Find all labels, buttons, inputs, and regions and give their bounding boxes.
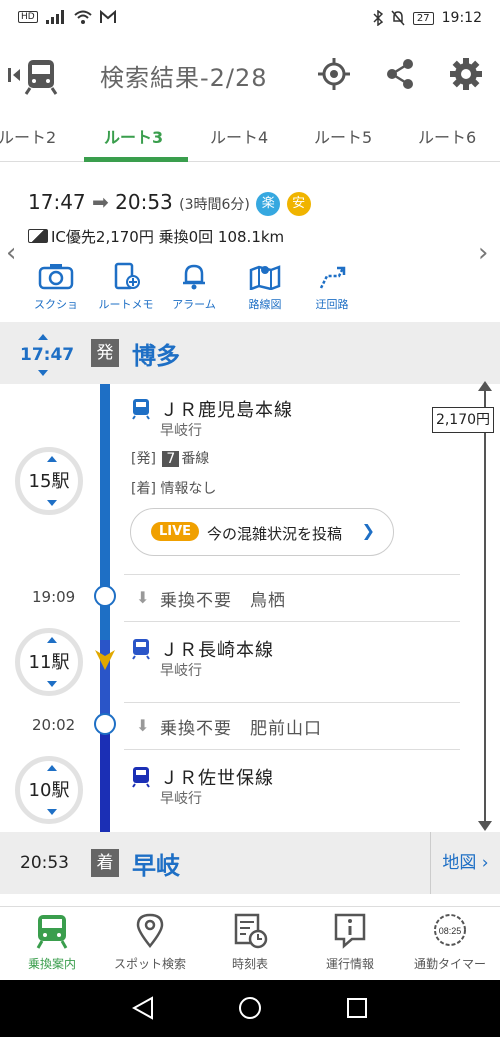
transfer-node-2 <box>94 713 116 735</box>
alarm-button[interactable]: アラーム <box>154 262 234 312</box>
origin-station-row[interactable] <box>0 322 500 384</box>
destination-station-name[interactable]: 早岐 <box>132 846 180 881</box>
depart-track-info: [発] 7 番線 <box>131 451 210 467</box>
live-text: 今の混雑状況を投稿 <box>207 525 343 543</box>
clock: 19:12 <box>441 10 482 26</box>
chevron-right-icon: ❯ <box>361 521 375 540</box>
arrive-track-info: [着] 情報なし <box>131 481 217 497</box>
system-nav-bar <box>0 980 500 1037</box>
bottom-nav: 乗換案内 スポット検索 時刻表 運行情報 08:25 通勤タイマー <box>0 906 500 980</box>
bluetooth-icon <box>373 10 383 26</box>
battery-indicator: 27 <box>412 11 434 25</box>
nav-transit[interactable]: 乗換案内 <box>2 911 102 972</box>
bell-icon <box>183 264 205 290</box>
live-badge: LIVE <box>151 522 200 541</box>
safe-badge: 安 <box>286 192 311 216</box>
recents-square-icon[interactable] <box>346 997 368 1019</box>
destination-3: 早岐行 <box>160 791 202 807</box>
location-target-icon[interactable] <box>316 56 352 92</box>
destination-time: 20:53 <box>20 853 69 873</box>
app-bar: 検索結果-2/28 <box>0 38 500 112</box>
fare-scale-top-arrow-icon <box>478 381 492 391</box>
train-icon <box>132 399 150 420</box>
wifi-icon <box>74 10 92 24</box>
active-tab-indicator <box>84 157 188 162</box>
route-memo-icon <box>114 262 140 290</box>
detour-button[interactable]: 迂回路 <box>292 262 372 312</box>
map-icon <box>249 265 281 291</box>
transfer-node-1 <box>94 585 116 607</box>
tab-route-3[interactable]: ルート3 <box>104 124 163 148</box>
tool-row: スクショ ルートメモ アラーム 路線図 迂回路 <box>0 262 500 318</box>
camera-icon <box>38 264 74 290</box>
train-icon <box>132 767 150 788</box>
ic-card-icon <box>28 229 48 243</box>
live-congestion-button[interactable]: LIVE 今の混雑状況を投稿 ❯ <box>130 508 394 556</box>
fare-summary: IC優先2,170円 乗換0回 108.1km <box>28 226 284 247</box>
stop-count-3[interactable]: 10駅 <box>15 756 83 824</box>
line-name-1[interactable]: ＪＲ鹿児島本線 <box>160 396 293 422</box>
stop-count-2[interactable]: 11駅 <box>15 628 83 696</box>
back-triangle-icon[interactable] <box>132 996 154 1020</box>
depart-tag: 発 <box>91 339 119 367</box>
tab-route-6[interactable]: ルート6 <box>418 124 476 148</box>
arrive-time: 20:53 <box>115 190 173 214</box>
down-arrow-icon: ⬇ <box>136 716 150 735</box>
nav-timetable[interactable]: 時刻表 <box>200 911 300 972</box>
nav-service-info[interactable]: 運行情報 <box>300 911 400 972</box>
easy-badge: 楽 <box>256 192 281 216</box>
route-tabs: ルート2 ルート3 ルート4 ルート5 ルート6 <box>0 112 500 162</box>
info-icon <box>334 913 366 949</box>
down-arrow-icon: ⬇ <box>136 588 150 607</box>
train-icon <box>132 639 150 660</box>
timetable-icon <box>234 913 268 949</box>
origin-time-adjust-icon[interactable] <box>36 332 50 378</box>
arrive-tag: 着 <box>91 849 119 877</box>
stop-count-1[interactable]: 15駅 <box>15 447 83 515</box>
nav-spot-search[interactable]: スポット検索 <box>100 911 200 972</box>
mute-bell-icon <box>391 10 405 26</box>
fare-scale-bottom-arrow-icon <box>478 821 492 831</box>
home-circle-icon[interactable] <box>238 996 262 1020</box>
fare-total: 2,170円 <box>432 407 494 433</box>
current-position-marker-icon <box>95 650 115 670</box>
line-name-3[interactable]: ＪＲ佐世保線 <box>160 764 274 790</box>
duration: (3時間6分) <box>179 197 250 213</box>
destination-1: 早岐行 <box>160 423 202 439</box>
hd-indicator: HD <box>18 11 38 23</box>
page-title: 検索結果-2/28 <box>100 64 268 92</box>
tab-route-5[interactable]: ルート5 <box>314 124 372 148</box>
transfer-row-2[interactable]: ⬇ 乗換不要 肥前山口 <box>124 702 460 750</box>
depart-time: 17:47 <box>28 190 86 214</box>
destination-station-row[interactable] <box>0 832 500 894</box>
transfer-row-1[interactable]: ⬇ 乗換不要 鳥栖 <box>124 574 460 622</box>
map-button[interactable]: 地図 › <box>430 832 500 894</box>
status-bar: HD 27 19:12 <box>0 0 500 38</box>
destination-2: 早岐行 <box>160 663 202 679</box>
train-icon <box>36 915 68 949</box>
nav-commute-timer[interactable]: 08:25 通勤タイマー <box>400 911 500 972</box>
timer-icon: 08:25 <box>434 914 466 946</box>
share-icon[interactable] <box>382 56 418 92</box>
svg-text:08:25: 08:25 <box>439 926 462 936</box>
route-summary: 17:47 ➡ 20:53 (3時間6分) 楽 安 IC優先2,170円 乗換0… <box>0 170 500 322</box>
detour-icon <box>319 266 346 289</box>
arrow-icon: ➡ <box>92 190 109 214</box>
line-name-2[interactable]: ＪＲ長崎本線 <box>160 636 274 662</box>
tab-route-4[interactable]: ルート4 <box>210 124 268 148</box>
fare-scale-bar <box>484 386 486 826</box>
fare-summary-text: IC優先2,170円 乗換0回 108.1km <box>51 228 285 246</box>
transfer-time-2: 20:02 <box>32 716 76 734</box>
origin-station-name[interactable]: 博多 <box>132 336 180 371</box>
mail-icon <box>99 10 116 23</box>
gear-icon[interactable] <box>448 56 484 92</box>
location-pin-icon <box>136 913 164 949</box>
signal-icon <box>45 10 64 24</box>
tab-route-2[interactable]: ルート2 <box>0 124 56 148</box>
screenshot-button[interactable]: スクショ <box>16 262 96 312</box>
transfer-time-1: 19:09 <box>32 588 76 606</box>
time-summary: 17:47 ➡ 20:53 (3時間6分) 楽 安 <box>28 190 311 216</box>
back-train-icon[interactable] <box>8 56 64 96</box>
